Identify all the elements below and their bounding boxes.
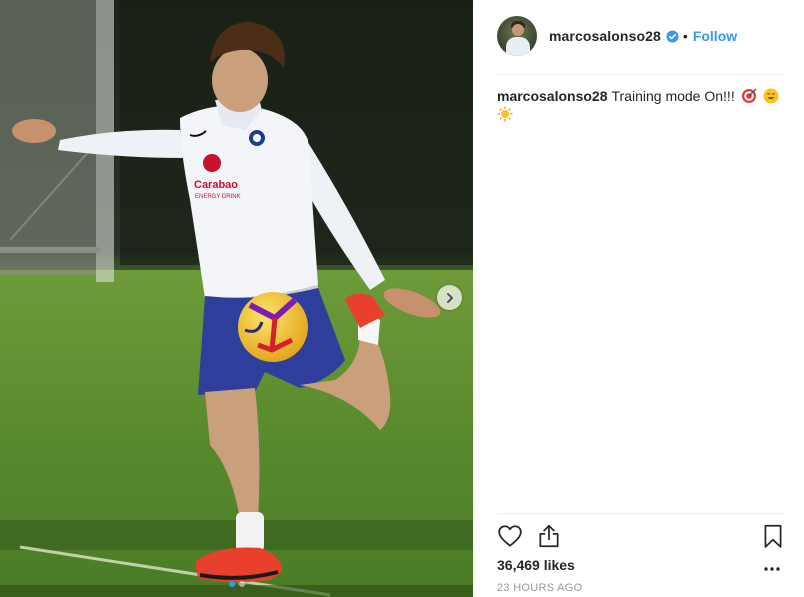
smiling-face-emoji-icon (763, 88, 778, 104)
carousel-dot (238, 581, 245, 587)
bookmark-icon (764, 524, 782, 548)
direct-hit-emoji-icon (741, 88, 757, 103)
likes-count[interactable]: 36,469 likes (497, 557, 575, 573)
share-icon (539, 524, 559, 548)
avatar[interactable] (497, 16, 537, 56)
carousel-indicator (0, 581, 473, 587)
caption-text: Training mode On!!! (611, 88, 735, 104)
follow-button[interactable]: Follow (693, 28, 737, 44)
save-button[interactable] (760, 523, 786, 549)
post-timestamp[interactable]: 23 HOURS AGO (497, 582, 583, 594)
sponsor-text-2: ENERGY DRINK (195, 194, 241, 200)
sun-emoji-icon (497, 106, 513, 122)
post-caption: marcosalonso28 Training mode On!!! (497, 87, 787, 123)
caption-username[interactable]: marcosalonso28 (497, 88, 608, 104)
post-actions (497, 523, 784, 551)
share-button[interactable] (536, 523, 562, 549)
divider (497, 513, 784, 514)
photo-scene: Carabao ENERGY DRINK (0, 0, 473, 597)
post-details-panel: marcosalonso28 • Follow marcosalonso28 Tr… (473, 0, 804, 597)
like-button[interactable] (497, 523, 523, 549)
football (238, 292, 308, 362)
more-options-icon (764, 567, 780, 571)
heart-icon (498, 525, 522, 547)
divider (497, 74, 784, 75)
chevron-right-icon (446, 292, 453, 303)
post-photo[interactable]: Carabao ENERGY DRINK (0, 0, 473, 597)
separator-dot: • (682, 28, 688, 44)
sponsor-text-1: Carabao (194, 179, 238, 191)
post-header: marcosalonso28 • Follow (497, 14, 737, 58)
verified-badge-icon (666, 29, 679, 43)
more-options-button[interactable] (762, 562, 782, 576)
username[interactable]: marcosalonso28 (549, 28, 661, 44)
next-image-button[interactable] (437, 285, 462, 310)
carousel-dot (228, 581, 235, 587)
